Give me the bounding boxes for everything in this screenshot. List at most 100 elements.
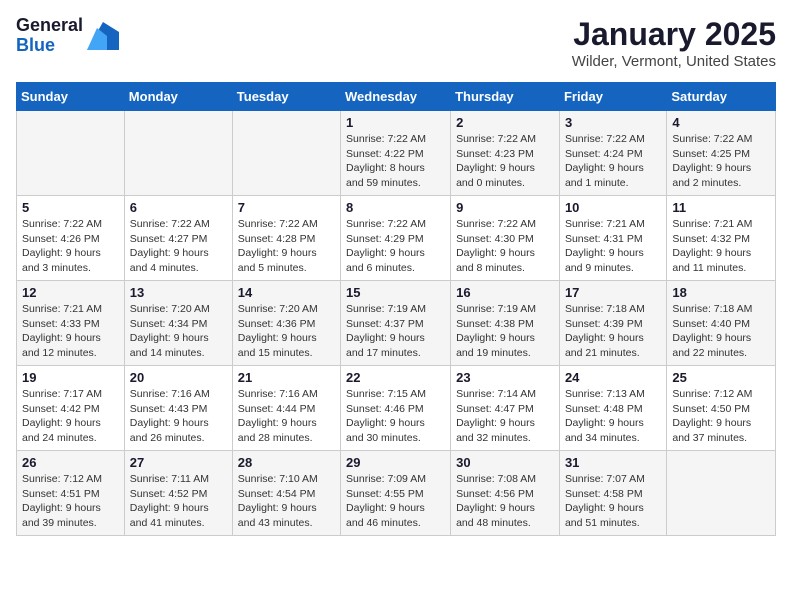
logo-blue-text: Blue — [16, 36, 83, 56]
day-info: Sunset: 4:46 PM — [346, 402, 445, 417]
day-info: Sunset: 4:30 PM — [456, 232, 554, 247]
calendar-cell — [667, 451, 776, 536]
day-info: Daylight: 9 hours and 21 minutes. — [565, 331, 661, 360]
week-row-2: 5Sunrise: 7:22 AMSunset: 4:26 PMDaylight… — [17, 196, 776, 281]
day-info: Daylight: 9 hours and 19 minutes. — [456, 331, 554, 360]
day-info: Sunrise: 7:16 AM — [238, 387, 335, 402]
calendar-cell: 27Sunrise: 7:11 AMSunset: 4:52 PMDayligh… — [124, 451, 232, 536]
day-info: Sunset: 4:47 PM — [456, 402, 554, 417]
day-number: 2 — [456, 115, 554, 130]
calendar-subtitle: Wilder, Vermont, United States — [572, 53, 776, 70]
day-info: Sunset: 4:56 PM — [456, 487, 554, 502]
calendar-cell: 21Sunrise: 7:16 AMSunset: 4:44 PMDayligh… — [232, 366, 340, 451]
day-info: Sunrise: 7:14 AM — [456, 387, 554, 402]
day-info: Sunset: 4:38 PM — [456, 317, 554, 332]
day-number: 11 — [672, 200, 770, 215]
day-info: Sunrise: 7:22 AM — [22, 217, 119, 232]
day-number: 17 — [565, 285, 661, 300]
day-info: Daylight: 9 hours and 8 minutes. — [456, 246, 554, 275]
calendar-table: SundayMondayTuesdayWednesdayThursdayFrid… — [16, 82, 776, 536]
day-info: Sunrise: 7:09 AM — [346, 472, 445, 487]
day-number: 9 — [456, 200, 554, 215]
day-info: Sunrise: 7:22 AM — [130, 217, 227, 232]
day-info: Sunset: 4:33 PM — [22, 317, 119, 332]
day-info: Sunrise: 7:08 AM — [456, 472, 554, 487]
day-number: 21 — [238, 370, 335, 385]
day-info: Sunrise: 7:16 AM — [130, 387, 227, 402]
day-info: Sunrise: 7:20 AM — [130, 302, 227, 317]
day-number: 29 — [346, 455, 445, 470]
day-info: Sunrise: 7:18 AM — [672, 302, 770, 317]
day-info: Daylight: 9 hours and 43 minutes. — [238, 501, 335, 530]
day-number: 3 — [565, 115, 661, 130]
day-info: Sunrise: 7:19 AM — [456, 302, 554, 317]
calendar-title: January 2025 — [572, 16, 776, 53]
day-info: Sunset: 4:54 PM — [238, 487, 335, 502]
weekday-header-sunday: Sunday — [17, 83, 125, 111]
calendar-cell — [124, 111, 232, 196]
day-info: Sunset: 4:25 PM — [672, 147, 770, 162]
day-info: Sunset: 4:50 PM — [672, 402, 770, 417]
day-info: Sunrise: 7:10 AM — [238, 472, 335, 487]
week-row-1: 1Sunrise: 7:22 AMSunset: 4:22 PMDaylight… — [17, 111, 776, 196]
day-info: Sunset: 4:58 PM — [565, 487, 661, 502]
day-info: Sunset: 4:27 PM — [130, 232, 227, 247]
weekday-header-row: SundayMondayTuesdayWednesdayThursdayFrid… — [17, 83, 776, 111]
calendar-cell: 10Sunrise: 7:21 AMSunset: 4:31 PMDayligh… — [559, 196, 666, 281]
day-info: Daylight: 9 hours and 0 minutes. — [456, 161, 554, 190]
weekday-header-tuesday: Tuesday — [232, 83, 340, 111]
calendar-cell: 29Sunrise: 7:09 AMSunset: 4:55 PMDayligh… — [341, 451, 451, 536]
day-info: Daylight: 9 hours and 28 minutes. — [238, 416, 335, 445]
day-number: 7 — [238, 200, 335, 215]
calendar-cell: 2Sunrise: 7:22 AMSunset: 4:23 PMDaylight… — [451, 111, 560, 196]
day-number: 27 — [130, 455, 227, 470]
day-info: Daylight: 9 hours and 6 minutes. — [346, 246, 445, 275]
week-row-4: 19Sunrise: 7:17 AMSunset: 4:42 PMDayligh… — [17, 366, 776, 451]
calendar-cell: 7Sunrise: 7:22 AMSunset: 4:28 PMDaylight… — [232, 196, 340, 281]
calendar-cell — [17, 111, 125, 196]
day-number: 12 — [22, 285, 119, 300]
day-info: Sunrise: 7:19 AM — [346, 302, 445, 317]
day-info: Daylight: 9 hours and 34 minutes. — [565, 416, 661, 445]
day-info: Daylight: 9 hours and 17 minutes. — [346, 331, 445, 360]
calendar-cell: 5Sunrise: 7:22 AMSunset: 4:26 PMDaylight… — [17, 196, 125, 281]
day-info: Sunrise: 7:22 AM — [565, 132, 661, 147]
day-info: Daylight: 9 hours and 9 minutes. — [565, 246, 661, 275]
logo-general-text: General — [16, 16, 83, 36]
calendar-cell: 11Sunrise: 7:21 AMSunset: 4:32 PMDayligh… — [667, 196, 776, 281]
calendar-cell: 16Sunrise: 7:19 AMSunset: 4:38 PMDayligh… — [451, 281, 560, 366]
day-number: 13 — [130, 285, 227, 300]
calendar-cell: 15Sunrise: 7:19 AMSunset: 4:37 PMDayligh… — [341, 281, 451, 366]
day-info: Daylight: 9 hours and 30 minutes. — [346, 416, 445, 445]
calendar-cell: 3Sunrise: 7:22 AMSunset: 4:24 PMDaylight… — [559, 111, 666, 196]
day-info: Sunset: 4:51 PM — [22, 487, 119, 502]
day-info: Daylight: 9 hours and 3 minutes. — [22, 246, 119, 275]
day-info: Sunset: 4:43 PM — [130, 402, 227, 417]
day-number: 14 — [238, 285, 335, 300]
day-info: Sunset: 4:36 PM — [238, 317, 335, 332]
calendar-cell — [232, 111, 340, 196]
day-info: Daylight: 9 hours and 46 minutes. — [346, 501, 445, 530]
day-info: Sunset: 4:26 PM — [22, 232, 119, 247]
day-info: Sunset: 4:34 PM — [130, 317, 227, 332]
day-info: Sunset: 4:28 PM — [238, 232, 335, 247]
calendar-cell: 23Sunrise: 7:14 AMSunset: 4:47 PMDayligh… — [451, 366, 560, 451]
day-number: 28 — [238, 455, 335, 470]
calendar-header: SundayMondayTuesdayWednesdayThursdayFrid… — [17, 83, 776, 111]
day-info: Sunset: 4:23 PM — [456, 147, 554, 162]
calendar-cell: 25Sunrise: 7:12 AMSunset: 4:50 PMDayligh… — [667, 366, 776, 451]
day-info: Daylight: 9 hours and 12 minutes. — [22, 331, 119, 360]
day-info: Daylight: 9 hours and 4 minutes. — [130, 246, 227, 275]
weekday-header-thursday: Thursday — [451, 83, 560, 111]
day-info: Sunset: 4:37 PM — [346, 317, 445, 332]
day-number: 26 — [22, 455, 119, 470]
day-number: 10 — [565, 200, 661, 215]
day-info: Sunset: 4:29 PM — [346, 232, 445, 247]
calendar-cell: 4Sunrise: 7:22 AMSunset: 4:25 PMDaylight… — [667, 111, 776, 196]
day-info: Sunrise: 7:21 AM — [22, 302, 119, 317]
calendar-cell: 12 Sunrise: 7:21 AMSunset: 4:33 PMDayligh… — [17, 281, 125, 366]
day-info: Sunset: 4:48 PM — [565, 402, 661, 417]
page-header: General Blue January 2025 Wilder, Vermon… — [16, 16, 776, 70]
day-number: 22 — [346, 370, 445, 385]
calendar-cell: 30Sunrise: 7:08 AMSunset: 4:56 PMDayligh… — [451, 451, 560, 536]
